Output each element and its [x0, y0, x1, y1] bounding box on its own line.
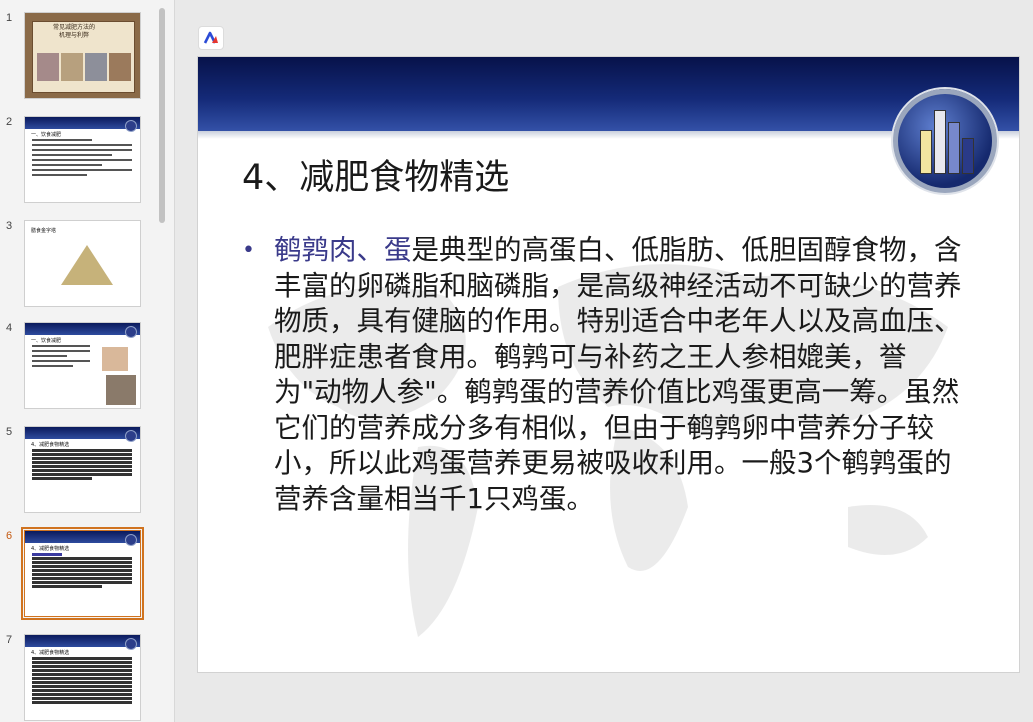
globe-logo-icon	[125, 638, 137, 650]
app-logo-glyph-icon	[203, 31, 218, 44]
globe-bar-chart-logo-icon	[893, 89, 997, 193]
bullet-highlight: 鹌鹑肉、蛋	[274, 234, 412, 266]
globe-logo-icon	[125, 326, 137, 338]
thumbnail-title: 4、减肥食物精选	[31, 442, 70, 448]
cover-photo	[85, 53, 107, 81]
thumbnail-number: 1	[6, 12, 13, 24]
thumbnail-title: 一、饮食减肥	[31, 338, 62, 344]
thumbnail-title: 一、饮食减肥	[31, 132, 62, 138]
thumbnail-preview[interactable]: 一、饮食减肥	[24, 116, 141, 203]
thumbnail-text-lines	[32, 345, 90, 370]
thumbnail-header-band	[25, 635, 140, 647]
thumbnail-scrollbar[interactable]	[159, 8, 165, 223]
thumbnail-preview[interactable]: 4、减肥食物精选	[24, 634, 141, 721]
cover-photo	[61, 53, 83, 81]
thumbnail-number: 3	[6, 220, 13, 232]
thumbnail-slide-5[interactable]: 5 4、减肥食物精选	[0, 426, 158, 518]
thumbnail-preview[interactable]: 常见减肥方法的 机理与利弊	[24, 12, 141, 99]
app-logo-icon[interactable]	[198, 26, 224, 50]
cover-title: 常见减肥方法的 机理与利弊	[52, 24, 95, 39]
thumbnail-slide-7[interactable]: 7 4、减肥食物精选	[0, 634, 158, 722]
thumbnail-number: 7	[6, 634, 13, 646]
food-pyramid-icon	[61, 245, 113, 285]
thumbnail-header-band	[25, 427, 140, 439]
thumbnail-number: 2	[6, 116, 13, 128]
thumbnail-preview[interactable]: 一、饮食减肥	[24, 322, 141, 409]
thumbnail-header-band	[25, 117, 140, 129]
thumbnail-text-lines	[32, 553, 132, 589]
thumbnail-header-band	[25, 531, 140, 543]
thumbnail-preview[interactable]: 4、减肥食物精选	[21, 527, 144, 620]
thumbnail-header-band	[25, 323, 140, 335]
cover-photo	[109, 53, 131, 81]
thumbnail-number: 5	[6, 426, 13, 438]
thumbnail-text-lines	[32, 449, 132, 481]
thumbnail-number: 4	[6, 322, 13, 334]
slide-thumbnail-panel: 1 常见减肥方法的 机理与利弊 2 一、饮食减肥 3 膳食金字塔 4 一、饮食减…	[0, 0, 175, 722]
globe-logo-icon	[125, 430, 137, 442]
thumbnail-preview[interactable]: 膳食金字塔	[24, 220, 141, 307]
bullet-dot-icon: •	[242, 238, 255, 263]
thumbnail-photo	[106, 375, 136, 405]
thumbnail-title: 4、减肥食物精选	[31, 650, 70, 656]
thumbnail-text-lines	[32, 657, 132, 705]
thumbnail-number: 6	[6, 530, 13, 542]
globe-logo-icon	[125, 120, 137, 132]
thumbnail-slide-6[interactable]: 6 4、减肥食物精选	[0, 527, 158, 622]
thumbnail-slide-4[interactable]: 4 一、饮食减肥	[0, 322, 158, 414]
thumbnail-photo	[102, 347, 128, 371]
thumbnail-slide-3[interactable]: 3 膳食金字塔	[0, 220, 158, 312]
bullet-body: 是典型的高蛋白、低脂肪、低胆固醇食物，含丰富的卵磷脂和脑磷脂，是高级神经活动不可…	[274, 234, 962, 515]
bullet-paragraph: • 鹌鹑肉、蛋是典型的高蛋白、低脂肪、低胆固醇食物，含丰富的卵磷脂和脑磷脂，是高…	[238, 233, 978, 517]
bullet-text: 鹌鹑肉、蛋是典型的高蛋白、低脂肪、低胆固醇食物，含丰富的卵磷脂和脑磷脂，是高级神…	[274, 233, 974, 517]
slide-title: 4、减肥食物精选	[242, 158, 510, 198]
thumbnail-title: 4、减肥食物精选	[31, 546, 70, 552]
globe-logo-icon	[125, 534, 137, 546]
main-slide-canvas[interactable]: 4、减肥食物精选 • 鹌鹑肉、蛋是典型的高蛋白、低脂肪、低胆固醇食物，含丰富的卵…	[197, 56, 1020, 673]
thumbnail-slide-2[interactable]: 2 一、饮食减肥	[0, 116, 158, 208]
thumbnail-text-lines	[32, 139, 132, 179]
cover-photo	[37, 53, 59, 81]
thumbnail-title: 膳食金字塔	[31, 228, 57, 234]
thumbnail-preview[interactable]: 4、减肥食物精选	[24, 426, 141, 513]
thumbnail-slide-1[interactable]: 1 常见减肥方法的 机理与利弊	[0, 12, 158, 104]
